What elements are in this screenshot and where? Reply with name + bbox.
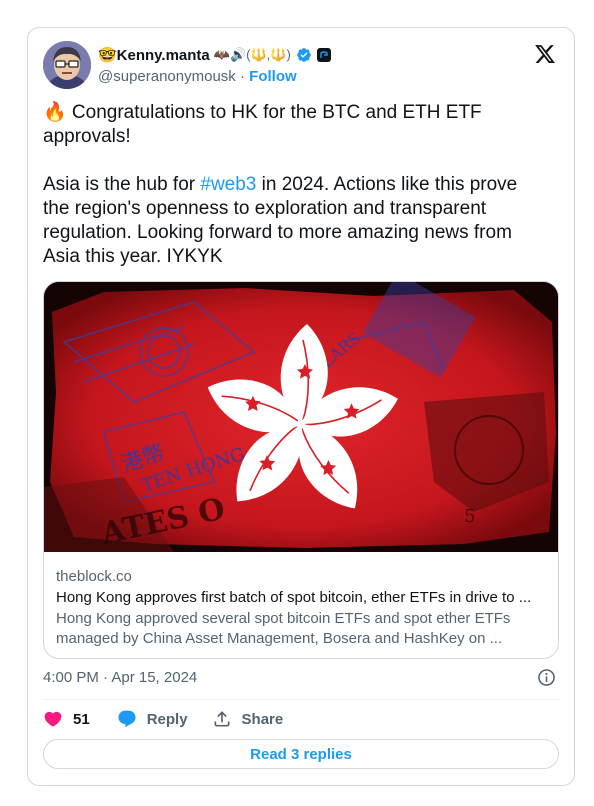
hashtag-link[interactable]: #web3: [200, 174, 256, 195]
tweet-card: 🤓Kenny.manta 🦇🔊(🔱,🔱) @superanonymousk · …: [27, 27, 575, 786]
share-button[interactable]: Share: [212, 709, 284, 729]
read-replies-button[interactable]: Read 3 replies: [43, 739, 559, 769]
tweet-timestamp[interactable]: 4:00 PM · Apr 15, 2024: [43, 669, 197, 686]
tweet-para-2-start: Asia is the hub for: [43, 174, 201, 195]
author-name-row: 🤓Kenny.manta 🦇🔊(🔱,🔱): [98, 44, 331, 66]
link-preview-meta: theblock.co Hong Kong approves first bat…: [56, 567, 548, 649]
tweet-text: 🔥 Congratulations to HK for the BTC and …: [43, 101, 533, 269]
link-preview-image: 港幣 TEN HONG DOLLARS ATES O 5: [44, 282, 558, 552]
tweet-line-1: 🔥 Congratulations to HK for the BTC and …: [43, 102, 487, 147]
divider: [43, 699, 559, 700]
info-icon[interactable]: [537, 668, 556, 687]
avatar[interactable]: [43, 41, 91, 89]
link-description: Hong Kong approved several spot bitcoin …: [56, 610, 511, 647]
link-title[interactable]: Hong Kong approves first batch of spot b…: [56, 588, 548, 608]
affiliate-badge-icon: [316, 48, 331, 62]
handle-separator: ·: [239, 68, 245, 85]
author-handle[interactable]: @superanonymousk: [98, 68, 236, 85]
author-name-decoration: 🦇🔊(🔱,🔱): [213, 47, 291, 62]
heart-icon: [44, 711, 62, 727]
follow-button[interactable]: Follow: [249, 68, 297, 85]
share-upload-icon: [214, 711, 230, 727]
like-button[interactable]: 51: [43, 709, 90, 729]
share-label: Share: [241, 710, 284, 728]
reply-label: Reply: [146, 710, 188, 728]
like-count: 51: [73, 710, 90, 728]
x-logo-icon[interactable]: [534, 43, 556, 65]
verified-badge-icon: [296, 48, 311, 62]
image-text-five: 5: [464, 506, 475, 527]
author-handle-row: @superanonymousk · Follow: [98, 68, 297, 85]
reply-bubble-icon: [118, 710, 136, 728]
link-domain: theblock.co: [56, 568, 132, 585]
link-preview-card[interactable]: 港幣 TEN HONG DOLLARS ATES O 5 theblock.co…: [43, 281, 559, 659]
author-display-name[interactable]: 🤓Kenny.manta: [98, 46, 210, 64]
reply-button[interactable]: Reply: [117, 709, 188, 729]
tweet-actions: 51 Reply Share: [43, 709, 283, 729]
